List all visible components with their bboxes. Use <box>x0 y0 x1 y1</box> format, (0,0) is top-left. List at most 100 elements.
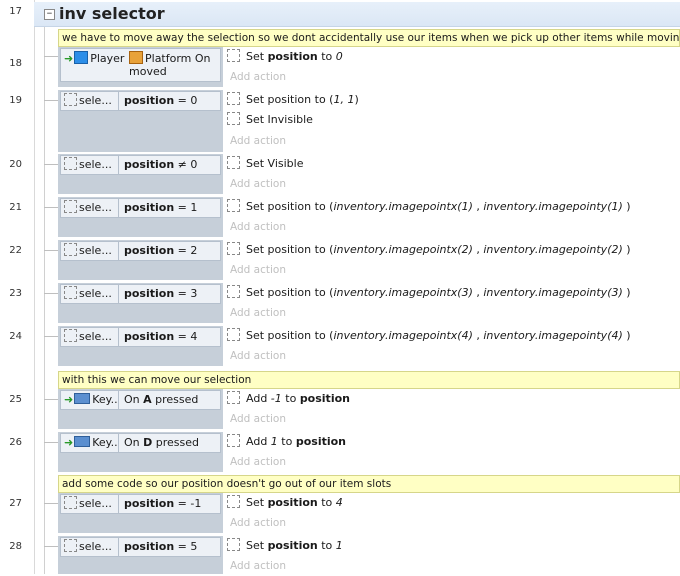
action[interactable]: Set Invisible <box>223 110 680 130</box>
event-row[interactable]: ➜ Key... On A pressed Add -1 to position … <box>58 389 680 429</box>
condition-operator: = 5 <box>174 540 198 553</box>
dashed-object-icon <box>227 112 240 125</box>
add-action-link[interactable]: Add action <box>223 409 680 429</box>
condition[interactable]: sele... position ≠ 0 <box>60 155 221 175</box>
condition[interactable]: sele... position = 4 <box>60 327 221 347</box>
condition-text-part: pressed <box>152 436 200 449</box>
collapse-toggle-icon[interactable]: − <box>44 9 55 20</box>
condition-variable: position <box>124 287 175 300</box>
add-action-link[interactable]: Add action <box>223 303 680 323</box>
add-action-link[interactable]: Add action <box>223 131 680 151</box>
condition-object-name: sele... <box>79 244 112 257</box>
action[interactable]: Set position to (1, 1) <box>223 90 680 110</box>
action-expression: inventory.imagepointx(1) <box>333 200 473 213</box>
condition-key: A <box>143 393 152 406</box>
add-action-link[interactable]: Add action <box>223 452 680 472</box>
action-text: to <box>281 392 300 405</box>
line-number: 27 <box>9 498 22 509</box>
condition-object: sele... <box>61 538 119 556</box>
condition[interactable]: sele... position = 0 <box>60 91 221 111</box>
add-action-link[interactable]: Add action <box>223 67 680 87</box>
action[interactable]: Add -1 to position <box>223 389 680 409</box>
dashed-object-icon <box>64 243 77 256</box>
action-text: ) <box>622 286 631 299</box>
condition[interactable]: ➜ Key... On A pressed <box>60 390 221 410</box>
dashed-object-icon <box>227 49 240 62</box>
action-value: 1 <box>270 435 278 448</box>
action[interactable]: Set position to (inventory.imagepointx(4… <box>223 326 680 346</box>
dashed-object-icon <box>227 242 240 255</box>
dashed-object-icon <box>64 157 77 170</box>
action[interactable]: Set position to 0 <box>223 47 680 67</box>
action-value: 0 <box>335 50 343 63</box>
line-number: 28 <box>9 541 22 552</box>
action[interactable]: Set position to 1 <box>223 536 680 556</box>
event-row[interactable]: sele... position = 0 Set position to (1,… <box>58 90 680 152</box>
event-row[interactable]: sele... position = 2 Set position to (in… <box>58 240 680 280</box>
action-text: to <box>317 539 336 552</box>
condition-text: position = 2 <box>118 242 220 260</box>
event-row[interactable]: sele... position ≠ 0 Set Visible Add act… <box>58 154 680 194</box>
action-text: Set <box>246 50 268 63</box>
action[interactable]: Set position to (inventory.imagepointx(3… <box>223 283 680 303</box>
action-variable: position <box>299 392 350 405</box>
add-action-link[interactable]: Add action <box>223 260 680 280</box>
event-row[interactable]: ➜ Key... On D pressed Add 1 to position A… <box>58 432 680 472</box>
action-text: , <box>472 286 484 299</box>
event-row[interactable]: sele... position = 3 Set position to (in… <box>58 283 680 323</box>
action[interactable]: Set position to 4 <box>223 493 680 513</box>
action-text: Add <box>246 435 271 448</box>
condition-object-name: sele... <box>79 330 112 343</box>
event-row[interactable]: sele... position = -1 Set position to 4 … <box>58 493 680 533</box>
condition[interactable]: sele... position = 5 <box>60 537 221 557</box>
condition[interactable]: sele... position = 3 <box>60 284 221 304</box>
add-action-link[interactable]: Add action <box>223 217 680 237</box>
line-number: 26 <box>9 437 22 448</box>
action-text: Set position to ( <box>246 243 334 256</box>
condition-object-name: sele... <box>79 94 112 107</box>
condition[interactable]: ➜ Player Platform On moved <box>60 48 221 82</box>
add-action-link[interactable]: Add action <box>223 556 680 576</box>
condition-text: On A pressed <box>118 391 220 409</box>
condition-object-name: sele... <box>79 540 112 553</box>
comment[interactable]: we have to move away the selection so we… <box>58 29 680 47</box>
condition[interactable]: sele... position = 1 <box>60 198 221 218</box>
dashed-object-icon <box>64 329 77 342</box>
action-expression: inventory.imagepointy(3) <box>483 286 623 299</box>
action-value: 1, 1 <box>333 93 355 106</box>
add-action-link[interactable]: Add action <box>223 346 680 366</box>
action[interactable]: Set position to (inventory.imagepointx(1… <box>223 197 680 217</box>
add-action-link[interactable]: Add action <box>223 174 680 194</box>
action-text: ) <box>622 243 631 256</box>
action[interactable]: Add 1 to position <box>223 432 680 452</box>
condition[interactable]: sele... position = 2 <box>60 241 221 261</box>
action-text: Set <box>246 539 268 552</box>
action-variable: position <box>295 435 347 448</box>
comment[interactable]: add some code so our position doesn't go… <box>58 475 680 493</box>
line-number: 22 <box>9 245 22 256</box>
action-text: , <box>472 243 484 256</box>
condition-operator: = 0 <box>174 94 198 107</box>
condition-object: sele... <box>61 199 119 217</box>
tree-connector <box>44 293 58 294</box>
condition-text-part: On <box>124 393 144 406</box>
condition-operator: ≠ 0 <box>174 158 198 171</box>
event-row[interactable]: sele... position = 5 Set position to 1 A… <box>58 536 680 574</box>
condition-text-2: moved <box>129 65 167 78</box>
condition-variable: position <box>124 94 175 107</box>
event-row[interactable]: sele... position = 4 Set position to (in… <box>58 326 680 366</box>
keyboard-icon <box>74 436 91 447</box>
action-column: Add -1 to position Add action <box>223 389 680 429</box>
condition-variable: position <box>124 330 175 343</box>
action-column: Set position to (inventory.imagepointx(4… <box>223 326 680 366</box>
event-row[interactable]: ➜ Player Platform On moved Set position t… <box>58 47 680 87</box>
action[interactable]: Set position to (inventory.imagepointx(2… <box>223 240 680 260</box>
comment[interactable]: with this we can move our selection <box>58 371 680 389</box>
condition-object: Player <box>90 52 125 65</box>
condition[interactable]: ➜ Key... On D pressed <box>60 433 221 453</box>
condition[interactable]: sele... position = -1 <box>60 494 221 514</box>
add-action-link[interactable]: Add action <box>223 513 680 533</box>
action[interactable]: Set Visible <box>223 154 680 174</box>
condition-text: position = -1 <box>118 495 220 513</box>
event-row[interactable]: sele... position = 1 Set position to (in… <box>58 197 680 237</box>
